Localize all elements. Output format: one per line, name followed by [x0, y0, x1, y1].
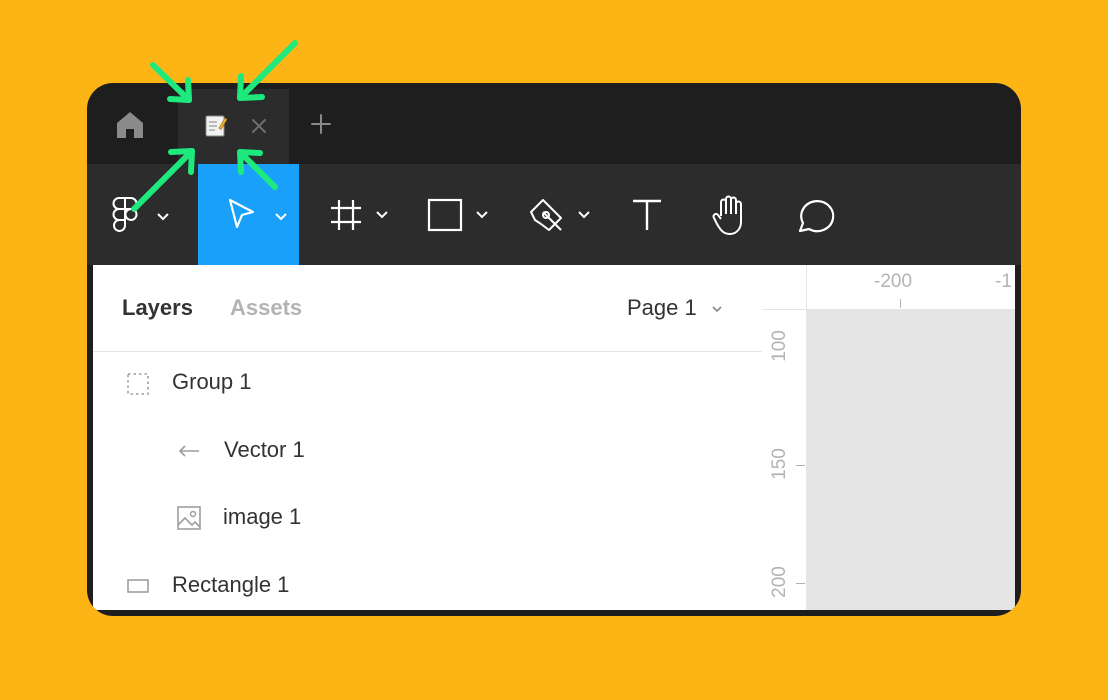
backdrop: Layers Assets Page 1 Group 1 Vector 1 im…	[0, 0, 1108, 700]
annotation-arrow	[237, 149, 278, 190]
annotation-arrow	[237, 40, 298, 101]
annotation-arrow	[131, 148, 195, 212]
annotation-arrows	[131, 40, 298, 212]
annotation-arrow	[150, 62, 192, 103]
